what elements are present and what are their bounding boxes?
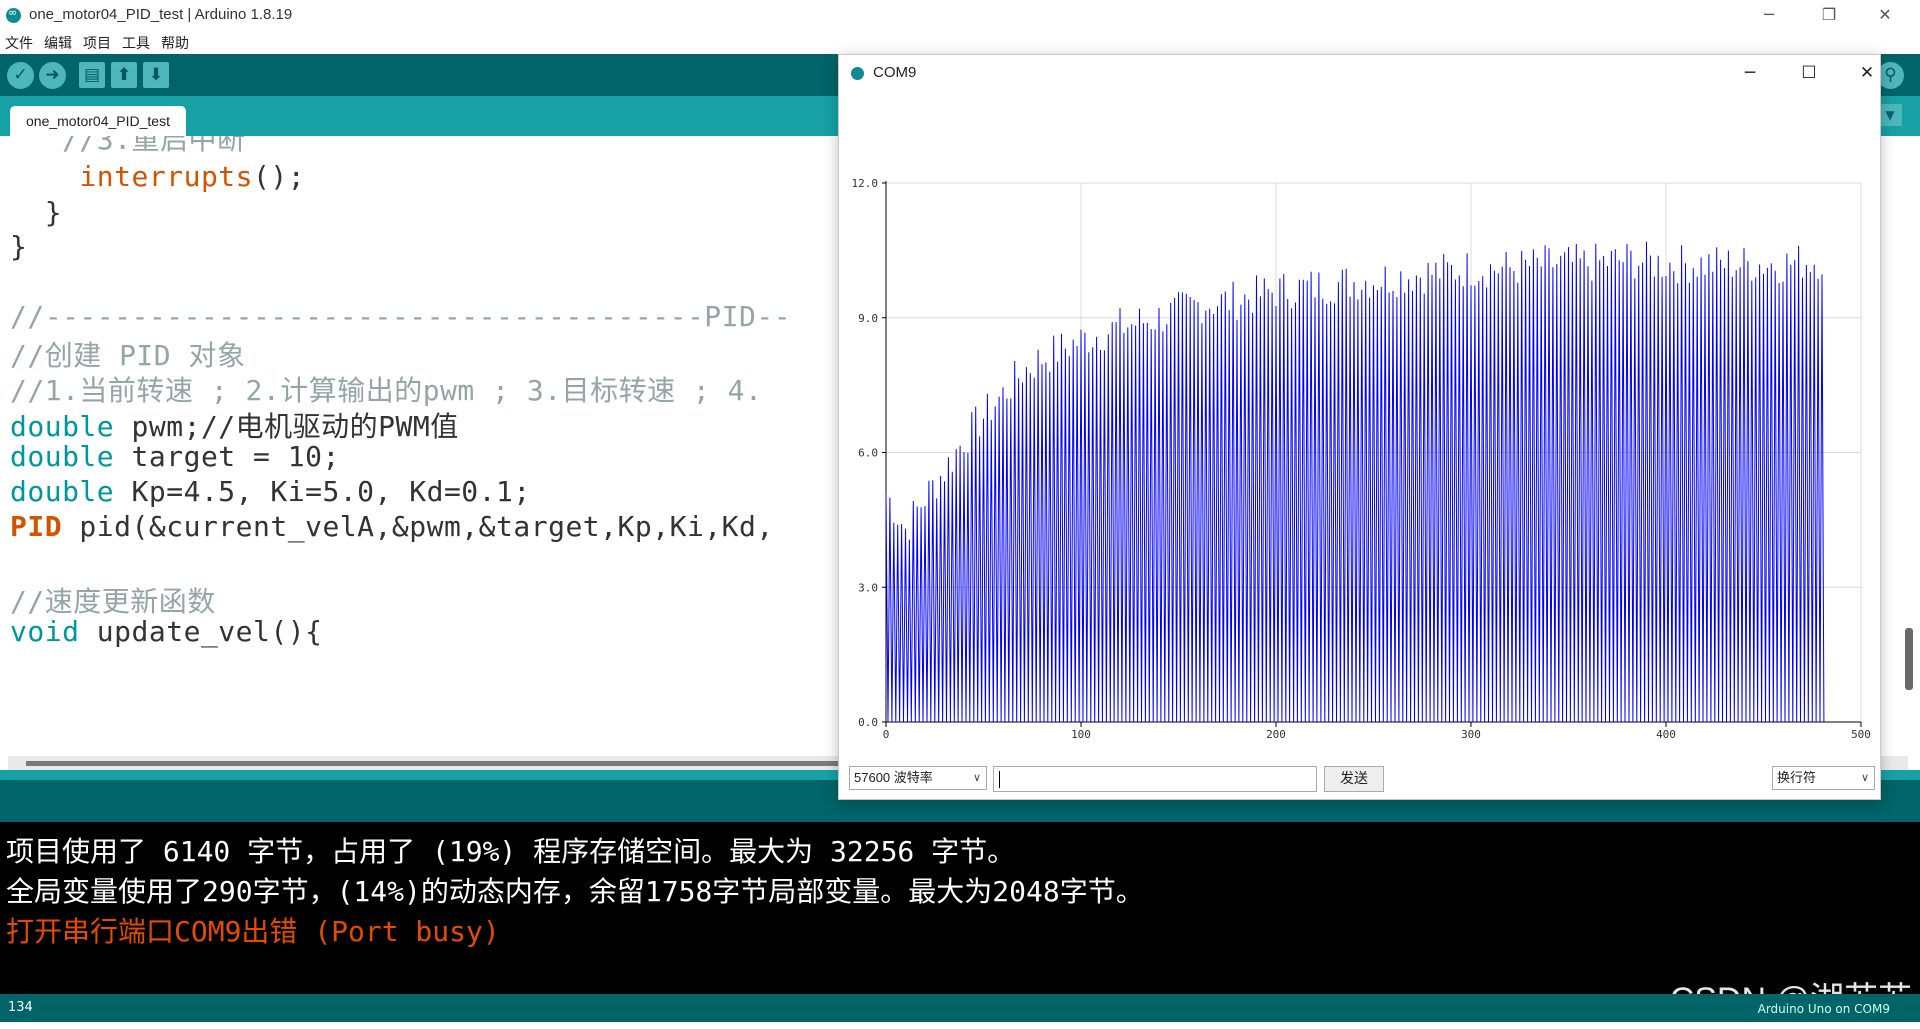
- code-token: interrupts: [79, 160, 254, 193]
- arrow-up-icon: ⬆: [116, 65, 132, 85]
- upload-button[interactable]: ➜: [39, 62, 66, 89]
- close-button[interactable]: ✕: [1862, 2, 1908, 28]
- menu-help[interactable]: 帮助: [161, 33, 189, 53]
- code-token: PID: [10, 510, 63, 543]
- code-line: }: [10, 196, 63, 229]
- x-tick-label: 300: [1461, 728, 1481, 741]
- y-tick-label: 12.0: [852, 177, 879, 190]
- console-output: 项目使用了 6140 字节，占用了 (19%) 程序存储空间。最大为 32256…: [0, 822, 1920, 994]
- bottom-status-bar: 134 Arduino Uno on COM9: [0, 994, 1920, 1022]
- console-line: 全局变量使用了290字节，(14%)的动态内存，余留1758字节局部变量。最大为…: [6, 875, 1144, 908]
- baud-rate-value: 57600 波特率: [854, 770, 933, 785]
- code-token: pwm;//电机驱动的PWM值: [114, 410, 459, 443]
- code-line: PID pid(&current_velA,&pwm,&target,Kp,Ki…: [10, 510, 774, 543]
- series-line: [885, 241, 1825, 723]
- y-tick-label: 6.0: [858, 447, 878, 460]
- chevron-down-icon: ∨: [972, 772, 981, 784]
- plot-series: [885, 241, 1825, 723]
- arduino-logo-icon: [6, 6, 21, 23]
- line-number: 134: [8, 1000, 33, 1015]
- new-button[interactable]: ▤: [79, 62, 105, 88]
- arrow-right-icon: ➜: [45, 65, 60, 85]
- horizontal-scrollbar-thumb[interactable]: [26, 761, 846, 766]
- code-line: double Kp=4.5, Ki=5.0, Kd=0.1;: [10, 475, 531, 508]
- code-line: double target = 10;: [10, 440, 340, 473]
- line-ending-value: 换行符: [1777, 770, 1817, 785]
- tab-menu-button[interactable]: ▼: [1878, 104, 1902, 126]
- restore-button[interactable]: ❐: [1806, 2, 1852, 28]
- line-ending-select[interactable]: 换行符 ∨: [1772, 766, 1875, 790]
- code-line: interrupts();: [10, 160, 305, 193]
- verify-button[interactable]: ✓: [7, 62, 34, 89]
- code-token: update_vel(){: [79, 615, 323, 648]
- menu-file[interactable]: 文件: [5, 33, 33, 53]
- console-error-line: 打开串行端口COM9出错 (Port busy): [6, 915, 500, 948]
- open-button[interactable]: ⬆: [111, 62, 137, 88]
- code-line: //1.当前转速 ; 2.计算输出的pwm ; 3.目标转速 ; 4.: [10, 374, 763, 407]
- vertical-scrollbar[interactable]: [1905, 628, 1913, 690]
- x-tick-label: 200: [1266, 728, 1286, 741]
- code-line: //创建 PID 对象: [10, 339, 246, 372]
- y-tick-label: 9.0: [858, 312, 878, 325]
- send-input[interactable]: [993, 766, 1317, 792]
- x-tick-label: 100: [1071, 728, 1091, 741]
- chevron-down-icon: ▼: [1885, 108, 1895, 122]
- arrow-down-icon: ⬇: [148, 65, 164, 85]
- code-line: double pwm;//电机驱动的PWM值: [10, 405, 459, 445]
- send-button[interactable]: 发送: [1324, 766, 1384, 792]
- window-title: one_motor04_PID_test | Arduino 1.8.19: [29, 6, 293, 23]
- x-tick-label: 500: [1851, 728, 1871, 741]
- menu-bar: 文件 编辑 项目 工具 帮助: [0, 30, 1920, 54]
- code-token: ();: [253, 160, 306, 193]
- code-token: double: [10, 410, 115, 443]
- menu-tools[interactable]: 工具: [122, 33, 150, 53]
- check-icon: ✓: [13, 65, 28, 85]
- code-line: //3.重启中断: [10, 136, 246, 156]
- title-bar: one_motor04_PID_test | Arduino 1.8.19 ─ …: [0, 0, 1920, 30]
- plotter-title: COM9: [873, 64, 917, 81]
- code-token: pid(&current_velA,&pwm,&target,Kp,Ki,Kd,: [62, 510, 774, 543]
- code-line: //速度更新函数: [10, 585, 216, 618]
- serial-plot-chart: 0.0 3.0 6.0 9.0 12.0 0 100 200 300 400 500: [852, 177, 1871, 741]
- plotter-controls: 57600 波特率 ∨ 发送 换行符 ∨: [839, 763, 1880, 799]
- plotter-maximize-button[interactable]: ☐: [1787, 59, 1831, 87]
- x-tick-label: 0: [883, 728, 890, 741]
- file-icon: ▤: [83, 65, 101, 85]
- arduino-logo-icon: [851, 67, 864, 80]
- code-token: target = 10;: [114, 440, 340, 473]
- tab-sketch[interactable]: one_motor04_PID_test: [10, 106, 186, 136]
- menu-sketch[interactable]: 项目: [83, 33, 111, 53]
- code-token: double: [10, 475, 115, 508]
- code-line: //--------------------------------------…: [10, 300, 792, 333]
- y-tick-label: 0.0: [858, 716, 878, 729]
- save-button[interactable]: ⬇: [143, 62, 169, 88]
- watermark: CSDN @湖苏苏: [1670, 972, 1912, 994]
- x-tick-label: 400: [1656, 728, 1676, 741]
- code-token: double: [10, 440, 115, 473]
- code-token: void: [10, 615, 80, 648]
- chevron-down-icon: ∨: [1860, 772, 1869, 784]
- plotter-title-bar: COM9 ─ ☐ ✕: [839, 55, 1880, 91]
- plotter-minimize-button[interactable]: ─: [1728, 59, 1772, 87]
- minimize-button[interactable]: ─: [1746, 2, 1792, 28]
- serial-plotter-window: COM9 ─ ☐ ✕ 0.0 3.0 6.0 9.0 12.0 0 100 200 300 400…: [838, 54, 1881, 800]
- code-line: }: [10, 230, 28, 263]
- board-info: Arduino Uno on COM9: [1757, 1002, 1890, 1016]
- code-line: void update_vel(){: [10, 615, 322, 648]
- menu-edit[interactable]: 编辑: [44, 33, 72, 53]
- baud-rate-select[interactable]: 57600 波特率 ∨: [849, 766, 987, 790]
- code-token: Kp=4.5, Ki=5.0, Kd=0.1;: [114, 475, 531, 508]
- plotter-close-button[interactable]: ✕: [1845, 59, 1889, 87]
- y-tick-label: 3.0: [858, 581, 878, 594]
- console-line: 项目使用了 6140 字节，占用了 (19%) 程序存储空间。最大为 32256…: [6, 835, 1016, 868]
